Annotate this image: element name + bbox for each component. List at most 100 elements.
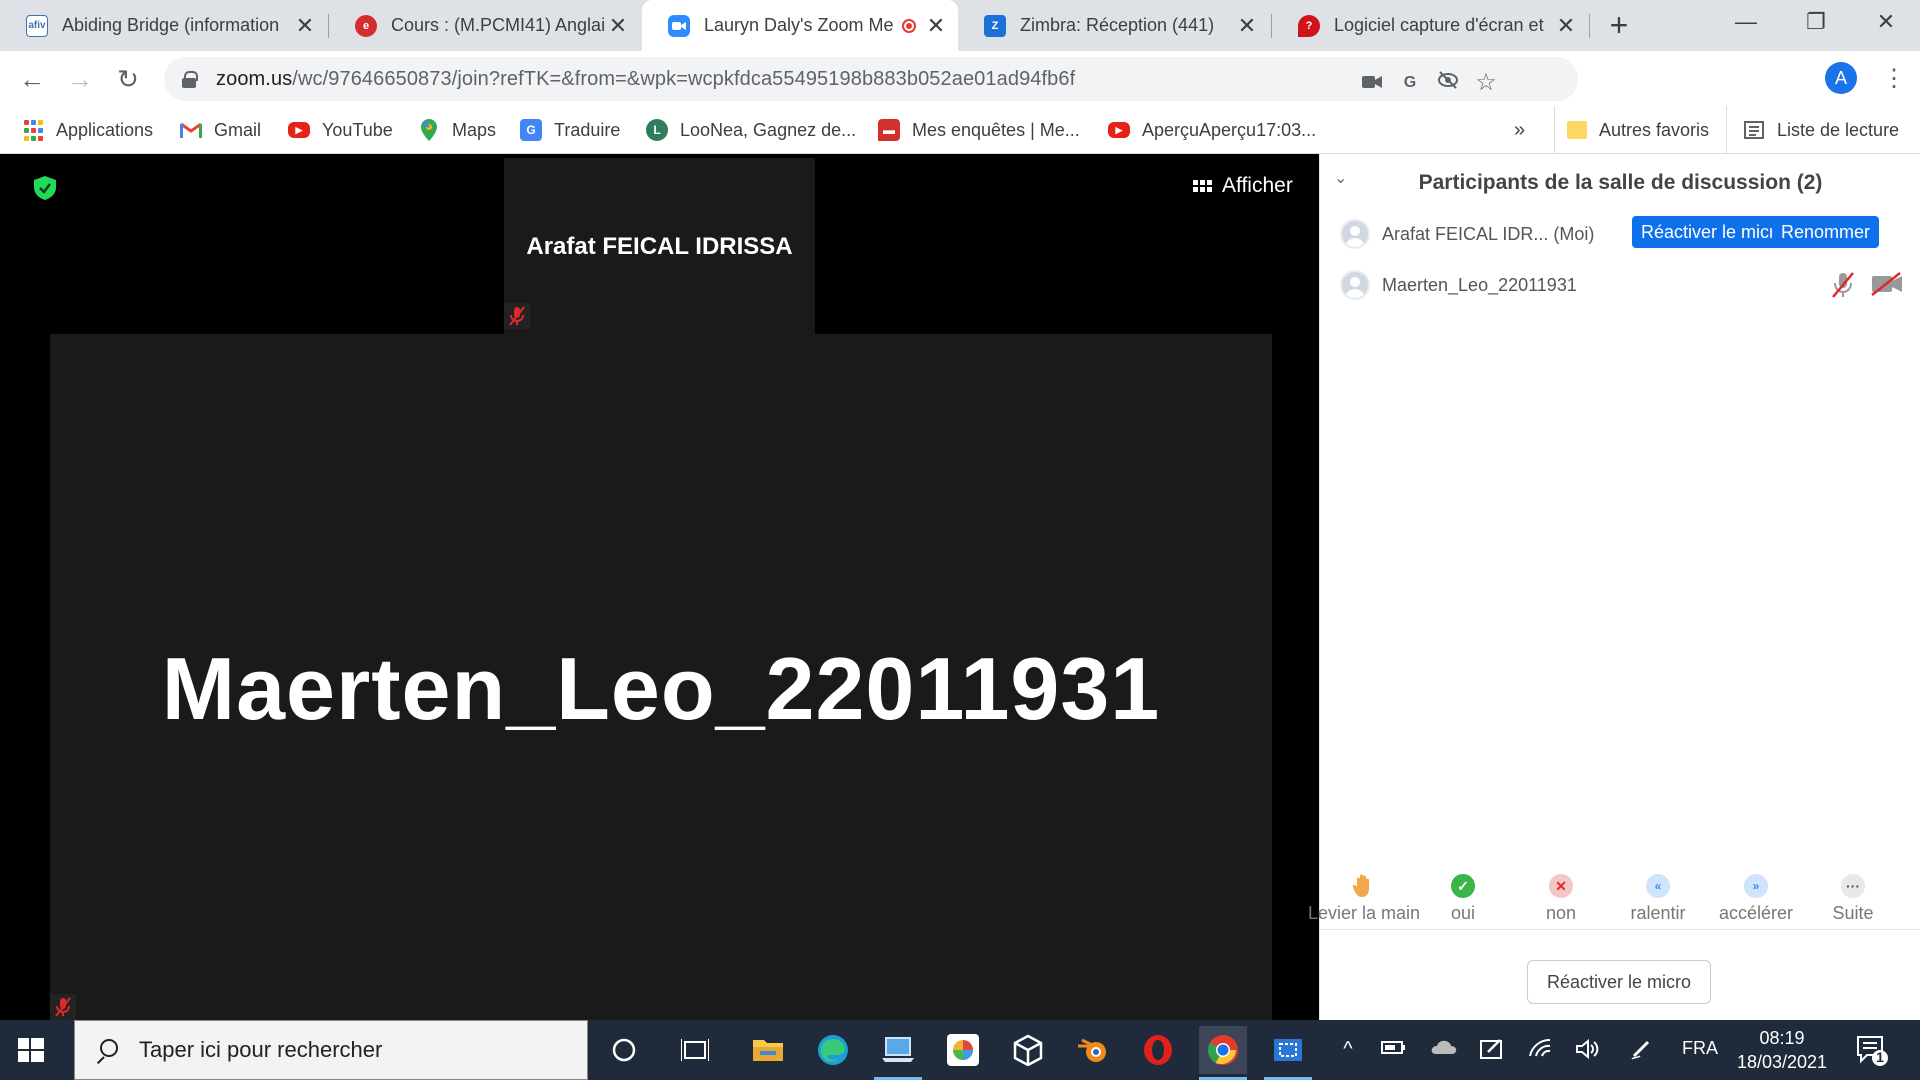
tab-title: Abiding Bridge (information bbox=[62, 15, 280, 35]
edge-browser-icon[interactable] bbox=[809, 1026, 857, 1074]
notification-count-badge: 1 bbox=[1876, 1049, 1884, 1065]
window-close-button[interactable]: ✕ bbox=[1856, 0, 1916, 44]
tab-title: Logiciel capture d'écran et bbox=[1334, 15, 1544, 35]
yes-button[interactable]: ✓ oui bbox=[1408, 874, 1518, 924]
encryption-shield-icon[interactable] bbox=[34, 176, 56, 200]
view-layout-button[interactable]: Afficher bbox=[1193, 174, 1293, 198]
no-button[interactable]: ✕ non bbox=[1506, 874, 1616, 924]
search-icon bbox=[93, 1037, 119, 1063]
participants-panel: ⌄ Participants de la salle de discussion… bbox=[1308, 154, 1920, 1020]
tab-separator bbox=[1589, 14, 1590, 38]
system-clock[interactable]: 08:19 18/03/2021 bbox=[1730, 1026, 1834, 1074]
opera-icon[interactable] bbox=[1134, 1026, 1182, 1074]
apps-grid-icon bbox=[22, 119, 44, 141]
pen-icon[interactable] bbox=[1628, 1038, 1656, 1062]
task-view-button[interactable] bbox=[671, 1026, 719, 1074]
tab-title: Lauryn Daly's Zoom Me bbox=[704, 15, 894, 35]
tab-logiciel-capture[interactable]: ? Logiciel capture d'écran et ✕ bbox=[1272, 0, 1588, 51]
blender-icon[interactable] bbox=[1069, 1026, 1117, 1074]
active-speaker-video[interactable]: Maerten_Leo_22011931 bbox=[50, 334, 1272, 1020]
afiv-icon: afiv bbox=[26, 14, 48, 37]
more-reactions-button[interactable]: ··· Suite bbox=[1798, 874, 1908, 924]
bookmark-maps[interactable]: Maps bbox=[418, 106, 496, 154]
video-off-icon bbox=[1870, 271, 1904, 299]
bookmark-youtube[interactable]: ▶ YouTube bbox=[288, 106, 393, 154]
translate-icon[interactable]: G bbox=[1396, 69, 1424, 97]
survey-icon: ▬ bbox=[878, 119, 900, 141]
close-icon[interactable]: ✕ bbox=[606, 13, 630, 39]
wifi-icon[interactable] bbox=[1526, 1038, 1554, 1062]
back-button[interactable]: ← bbox=[16, 63, 48, 95]
reading-list-button[interactable]: Liste de lecture bbox=[1726, 106, 1899, 154]
close-icon[interactable]: ✕ bbox=[1554, 13, 1578, 39]
bookmark-applications[interactable]: Applications bbox=[22, 106, 153, 154]
pen-workspace-icon[interactable] bbox=[1478, 1038, 1506, 1062]
slow-down-button[interactable]: « ralentir bbox=[1603, 874, 1713, 924]
new-tab-button[interactable]: + bbox=[1597, 8, 1641, 42]
search-placeholder: Taper ici pour rechercher bbox=[139, 1037, 383, 1062]
tab-abiding-bridge[interactable]: afiv Abiding Bridge (information ✕ bbox=[0, 0, 327, 51]
recording-icon bbox=[902, 18, 916, 33]
loonea-icon: L bbox=[646, 119, 668, 141]
lock-icon[interactable] bbox=[182, 71, 198, 88]
zimbra-icon: Z bbox=[984, 14, 1006, 37]
rename-button[interactable]: Renommer bbox=[1772, 216, 1880, 248]
reading-list-icon bbox=[1743, 119, 1765, 141]
profile-avatar[interactable]: A bbox=[1825, 62, 1857, 94]
meeting-video-area: Afficher Arafat FEICAL IDRISSA Maerten_L… bbox=[0, 154, 1319, 1020]
paint-app-icon[interactable] bbox=[939, 1026, 987, 1074]
unmute-button[interactable]: Réactiver le micro bbox=[1527, 960, 1711, 1004]
panel-title: Participants de la salle de discussion (… bbox=[1418, 171, 1823, 194]
bookmark-mes-enquetes[interactable]: ▬ Mes enquêtes | Me... bbox=[878, 106, 1080, 154]
participant-row-maerten[interactable]: Maerten_Leo_22011931 bbox=[1340, 267, 1902, 303]
volume-icon[interactable] bbox=[1574, 1038, 1602, 1062]
file-explorer-icon[interactable] bbox=[744, 1026, 792, 1074]
url-text[interactable]: zoom.us/wc/97646650873/join?refTK=&from=… bbox=[216, 68, 1075, 91]
forward-button[interactable]: → bbox=[64, 63, 96, 95]
restore-button[interactable]: ❐ bbox=[1786, 0, 1846, 44]
slow-down-icon: « bbox=[1646, 874, 1670, 898]
bookmark-gmail[interactable]: Gmail bbox=[180, 106, 261, 154]
bookmark-star-icon[interactable]: ☆ bbox=[1472, 69, 1500, 97]
input-language[interactable]: FRA bbox=[1682, 1038, 1718, 1059]
chrome-menu-icon[interactable]: ⋮ bbox=[1882, 63, 1906, 95]
close-icon[interactable]: ✕ bbox=[1235, 13, 1259, 39]
chrome-icon[interactable] bbox=[1199, 1026, 1247, 1080]
taskbar-search-box[interactable]: Taper ici pour rechercher bbox=[74, 1020, 588, 1080]
windows-start-button[interactable] bbox=[16, 1035, 52, 1065]
screen-capture-icon[interactable] bbox=[1264, 1026, 1312, 1080]
participant-row-self[interactable]: Arafat FEICAL IDR... (Moi) Réactiver le … bbox=[1340, 216, 1900, 252]
close-icon[interactable]: ✕ bbox=[924, 13, 948, 39]
muted-mic-icon bbox=[50, 994, 76, 1020]
bookmark-traduire[interactable]: G Traduire bbox=[520, 106, 620, 154]
folder-icon bbox=[1567, 121, 1587, 139]
tab-zimbra[interactable]: Z Zimbra: Réception (441) ✕ bbox=[958, 0, 1269, 51]
camera-in-use-icon[interactable] bbox=[1358, 69, 1386, 97]
minimize-button[interactable]: — bbox=[1716, 0, 1776, 44]
more-dots-icon: ··· bbox=[1841, 874, 1865, 898]
bookmarks-overflow-button[interactable]: » bbox=[1514, 106, 1525, 154]
laptop-app-icon[interactable] bbox=[874, 1026, 922, 1080]
cortana-button[interactable] bbox=[600, 1026, 648, 1074]
reload-button[interactable]: ↻ bbox=[112, 63, 144, 95]
close-icon[interactable]: ✕ bbox=[293, 13, 317, 39]
unmute-self-button[interactable]: Réactiver le micro bbox=[1632, 216, 1795, 248]
browser-tab-strip: afiv Abiding Bridge (information ✕ e Cou… bbox=[0, 0, 1920, 51]
tab-zoom-meeting[interactable]: Lauryn Daly's Zoom Me ✕ bbox=[642, 0, 958, 51]
help-pin-icon: ? bbox=[1298, 14, 1320, 37]
chevron-up-icon[interactable]: ^ bbox=[1334, 1038, 1362, 1062]
tab-cours-anglais[interactable]: e Cours : (M.PCMI41) Anglais ✕ bbox=[329, 0, 640, 51]
battery-icon[interactable] bbox=[1380, 1038, 1408, 1062]
participant-name: Arafat FEICAL IDR... (Moi) bbox=[1382, 223, 1595, 244]
bookmark-loonea[interactable]: L LooNea, Gagnez de... bbox=[646, 106, 856, 154]
raise-hand-button[interactable]: Levier la main bbox=[1308, 874, 1420, 924]
participant-thumbnail[interactable]: Arafat FEICAL IDRISSA bbox=[504, 158, 815, 336]
address-bar[interactable]: zoom.us/wc/97646650873/join?refTK=&from=… bbox=[164, 57, 1578, 101]
other-bookmarks-folder[interactable]: Autres favoris bbox=[1554, 106, 1709, 154]
unity-icon[interactable] bbox=[1004, 1026, 1052, 1074]
eye-blocked-icon[interactable] bbox=[1434, 69, 1462, 97]
onedrive-icon[interactable] bbox=[1430, 1038, 1458, 1062]
speed-up-button[interactable]: » accélérer bbox=[1701, 874, 1811, 924]
bookmark-apercu[interactable]: ▶ AperçuAperçu17:03... bbox=[1108, 106, 1316, 154]
notification-center-button[interactable]: 1 bbox=[1855, 1034, 1891, 1068]
